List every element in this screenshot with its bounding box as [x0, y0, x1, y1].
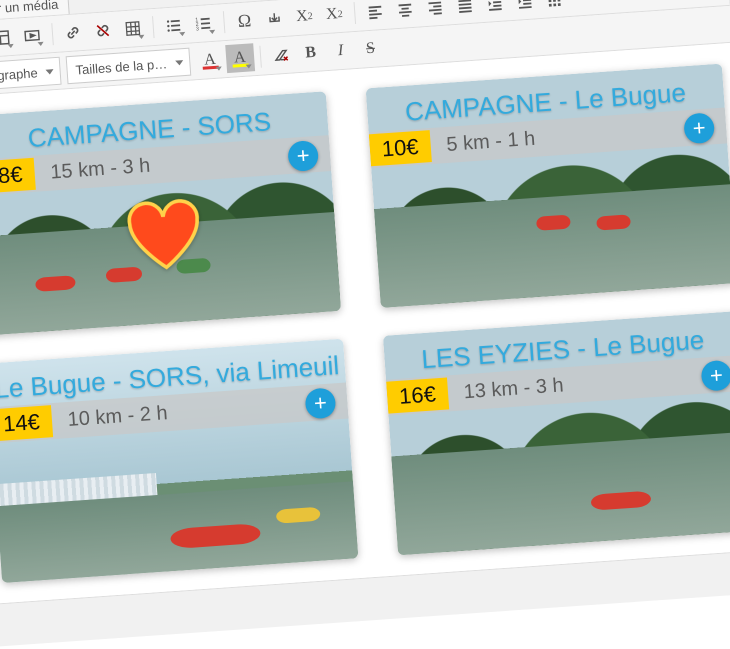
bold-icon[interactable]: B: [296, 38, 326, 68]
price-tag: 10€: [369, 130, 432, 166]
price-tag: 18€: [0, 158, 36, 194]
tour-card[interactable]: CAMPAGNE - SORS 18€ 15 km - 3 h +: [0, 91, 341, 335]
price-tag: 14€: [0, 405, 53, 441]
tour-card[interactable]: LES EYZIES - Le Bugue 16€ 13 km - 3 h +: [383, 311, 730, 555]
superscript-icon[interactable]: X2: [289, 2, 319, 32]
wysiwyg-editor: 123 Ω X2 X2: [0, 0, 730, 605]
clear-format-icon[interactable]: [266, 40, 296, 70]
heart-icon: [123, 197, 206, 272]
unordered-list-icon[interactable]: [159, 11, 189, 41]
unlink-icon[interactable]: [88, 16, 118, 46]
bg-color-icon[interactable]: A: [225, 43, 255, 73]
tour-card[interactable]: Le Bugue - SORS, via Limeuil 14€ 10 km -…: [0, 339, 358, 583]
toggle-toolbar-icon[interactable]: [540, 0, 570, 14]
distance-duration: 15 km - 3 h: [34, 154, 151, 185]
distance-duration: 13 km - 3 h: [447, 374, 564, 405]
price-tag: 16€: [386, 378, 449, 414]
distance-duration: 5 km - 1 h: [430, 127, 536, 157]
align-right-icon[interactable]: [420, 0, 450, 22]
svg-text:3: 3: [196, 26, 199, 32]
special-char-icon[interactable]: Ω: [230, 6, 260, 36]
video-icon[interactable]: [17, 21, 47, 51]
indent-icon[interactable]: [510, 0, 540, 16]
align-center-icon[interactable]: [390, 0, 420, 24]
tour-card[interactable]: CAMPAGNE - Le Bugue 10€ 5 km - 1 h +: [366, 64, 730, 308]
align-left-icon[interactable]: [360, 0, 390, 27]
format-select[interactable]: Paragraphe: [0, 57, 62, 92]
strike-icon[interactable]: S: [356, 34, 386, 64]
text-color-icon[interactable]: A: [195, 45, 225, 75]
distance-duration: 10 km - 2 h: [51, 402, 168, 433]
link-icon[interactable]: [58, 18, 88, 48]
ordered-list-icon[interactable]: 123: [189, 9, 219, 39]
editor-content[interactable]: CAMPAGNE - SORS 18€ 15 km - 3 h + CAMPAG…: [0, 43, 730, 604]
outdent-icon[interactable]: [480, 0, 510, 18]
template-icon[interactable]: [0, 23, 17, 53]
fontsize-select[interactable]: Tailles de la p…: [66, 48, 191, 85]
align-justify-icon[interactable]: [450, 0, 480, 20]
subscript-icon[interactable]: X2: [319, 0, 349, 29]
nbsp-icon[interactable]: [260, 4, 290, 34]
table-icon[interactable]: [118, 14, 148, 44]
italic-icon[interactable]: I: [326, 36, 356, 66]
kayak-icon: [536, 215, 571, 231]
